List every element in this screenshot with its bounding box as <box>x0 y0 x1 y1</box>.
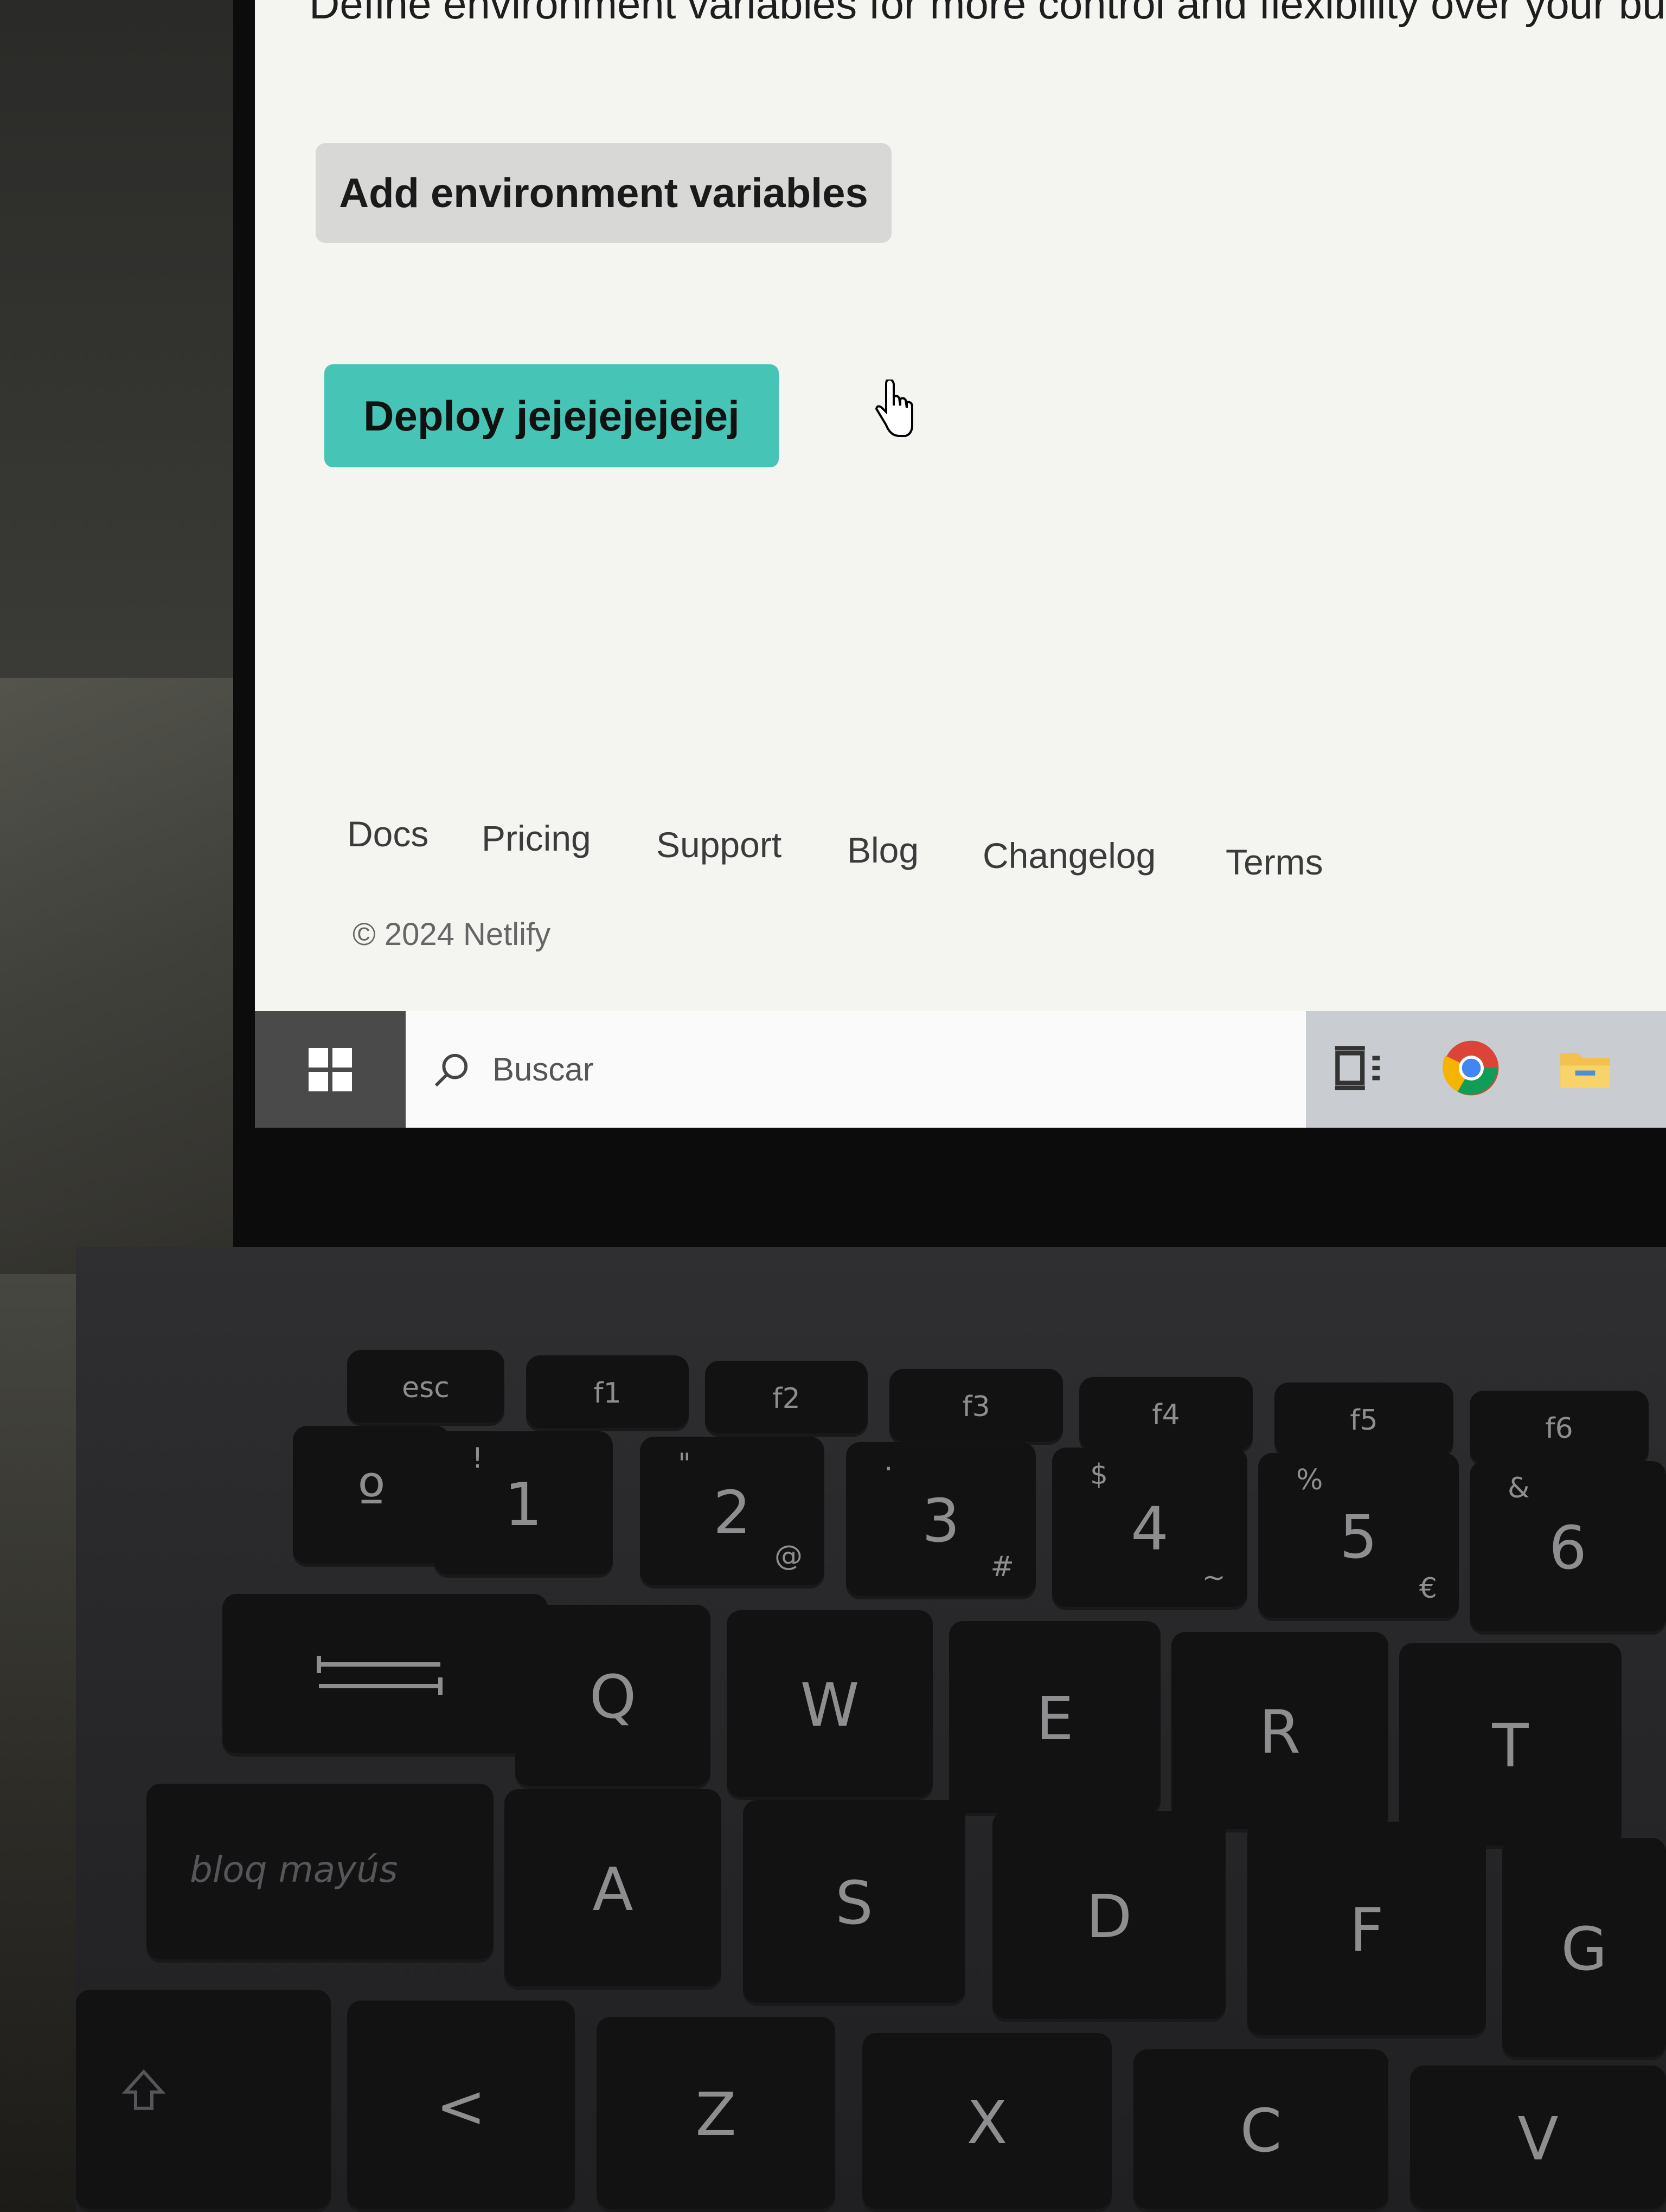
chrome-icon[interactable] <box>1441 1038 1501 1098</box>
key-label: f6 <box>1545 1412 1573 1445</box>
key-f1[interactable]: f1 <box>526 1355 689 1431</box>
taskbar-pinned-apps <box>1306 1011 1666 1128</box>
key-label: 4 <box>1131 1494 1169 1564</box>
shift-arrow-icon <box>121 2069 166 2110</box>
key-1[interactable]: ! 1 <box>434 1431 613 1578</box>
taskbar: Buscar <box>255 1011 1666 1128</box>
key-d[interactable]: D <box>992 1811 1226 2022</box>
key-e[interactable]: E <box>949 1621 1161 1816</box>
key-shift-label: · <box>884 1453 893 1486</box>
windows-logo-icon <box>309 1047 352 1091</box>
key-label: F <box>1349 1895 1384 1965</box>
key-label: f2 <box>772 1382 800 1415</box>
key-label: f3 <box>962 1391 990 1423</box>
deploy-button[interactable]: Deploy jejejejejejej <box>324 364 779 467</box>
key-label: T <box>1492 1711 1529 1780</box>
key-label: bloq mayús <box>190 1849 398 1891</box>
key-label: 2 <box>713 1478 751 1547</box>
key-label: f5 <box>1350 1404 1378 1437</box>
key-f4[interactable]: f4 <box>1079 1377 1253 1453</box>
key-v[interactable]: V <box>1410 2066 1666 2212</box>
hand-cursor-icon <box>875 380 913 437</box>
key-c[interactable]: C <box>1133 2049 1388 2212</box>
key-z[interactable]: Z <box>597 2017 835 2212</box>
key-esc[interactable]: esc <box>347 1350 504 1426</box>
key-label: S <box>835 1868 873 1938</box>
key-alt-label: ~ <box>1202 1561 1226 1594</box>
key-label: < <box>435 2072 486 2141</box>
screen: Define environment variables for more co… <box>255 0 1666 1128</box>
key-x[interactable]: X <box>862 2033 1112 2212</box>
footer-link-blog[interactable]: Blog <box>847 829 919 871</box>
footer-link-changelog[interactable]: Changelog <box>983 835 1156 876</box>
key-label: 5 <box>1340 1502 1377 1572</box>
key-5[interactable]: % 5 € <box>1258 1453 1459 1621</box>
tab-arrows-icon <box>317 1656 443 1695</box>
key-shift-label: $ <box>1090 1458 1108 1491</box>
search-placeholder: Buscar <box>492 1051 594 1088</box>
key-6[interactable]: & 6 <box>1470 1461 1666 1635</box>
key-shift-label: & <box>1508 1472 1530 1504</box>
key-ordinal[interactable]: º <box>293 1426 450 1567</box>
search-icon <box>434 1053 468 1086</box>
key-label: V <box>1517 2104 1559 2174</box>
intro-text: Define environment variables for more co… <box>309 0 1666 28</box>
start-button[interactable] <box>255 1011 406 1128</box>
key-shift-label: ! <box>472 1442 483 1475</box>
key-t[interactable]: T <box>1399 1643 1622 1849</box>
key-label: W <box>800 1670 860 1740</box>
key-q[interactable]: Q <box>515 1605 710 1789</box>
key-label: º <box>357 1462 386 1531</box>
key-label: esc <box>402 1372 450 1404</box>
key-s[interactable]: S <box>743 1800 965 2006</box>
key-tab[interactable] <box>222 1594 548 1757</box>
key-label: A <box>592 1855 633 1924</box>
key-f[interactable]: F <box>1247 1822 1486 2039</box>
taskbar-search[interactable]: Buscar <box>406 1011 1306 1128</box>
footer-link-pricing[interactable]: Pricing <box>482 818 591 859</box>
key-less-than[interactable]: < <box>347 2001 575 2212</box>
key-label: X <box>966 2088 1008 2157</box>
file-explorer-icon[interactable] <box>1555 1038 1615 1098</box>
footer-link-terms[interactable]: Terms <box>1226 841 1323 883</box>
footer-link-support[interactable]: Support <box>656 824 781 865</box>
key-label: 6 <box>1549 1513 1587 1583</box>
footer-link-docs[interactable]: Docs <box>347 813 428 854</box>
key-shift-label: " <box>678 1448 691 1480</box>
key-2[interactable]: " 2 @ <box>640 1437 824 1589</box>
key-label: G <box>1561 1914 1607 1984</box>
key-label: 1 <box>504 1470 542 1539</box>
key-alt-label: € <box>1419 1572 1437 1605</box>
key-4[interactable]: $ 4 ~ <box>1052 1448 1247 1610</box>
key-label: Q <box>589 1662 637 1732</box>
key-label: D <box>1086 1882 1132 1951</box>
key-f6[interactable]: f6 <box>1470 1391 1649 1467</box>
laptop-keyboard: esc f1 f2 f3 f4 f5 f6 º ! 1 " 2 @ · 3 # … <box>76 1247 1666 2212</box>
key-g[interactable]: G <box>1502 1838 1666 2060</box>
key-label: Z <box>695 2080 736 2149</box>
key-3[interactable]: · 3 # <box>846 1442 1036 1599</box>
key-f3[interactable]: f3 <box>889 1369 1063 1445</box>
key-f5[interactable]: f5 <box>1274 1382 1453 1458</box>
key-f2[interactable]: f2 <box>705 1361 868 1437</box>
key-label: C <box>1240 2096 1282 2165</box>
key-a[interactable]: A <box>504 1789 721 1990</box>
key-label: f4 <box>1152 1399 1180 1431</box>
task-view-icon[interactable] <box>1328 1038 1387 1098</box>
copyright-text: © 2024 Netlify <box>353 917 551 952</box>
key-label: 3 <box>922 1486 960 1555</box>
key-w[interactable]: W <box>727 1610 933 1800</box>
background-cloth <box>0 678 233 1274</box>
key-shift[interactable] <box>76 1990 331 2212</box>
key-r[interactable]: R <box>1171 1632 1388 1832</box>
key-caps-lock[interactable]: bloq mayús <box>146 1784 494 1963</box>
key-alt-label: @ <box>774 1540 803 1572</box>
key-label: R <box>1259 1697 1301 1767</box>
key-alt-label: # <box>990 1551 1014 1583</box>
add-environment-variables-button[interactable]: Add environment variables <box>316 143 892 243</box>
key-label: f1 <box>593 1377 621 1410</box>
key-label: E <box>1036 1684 1074 1753</box>
key-shift-label: % <box>1296 1464 1323 1496</box>
